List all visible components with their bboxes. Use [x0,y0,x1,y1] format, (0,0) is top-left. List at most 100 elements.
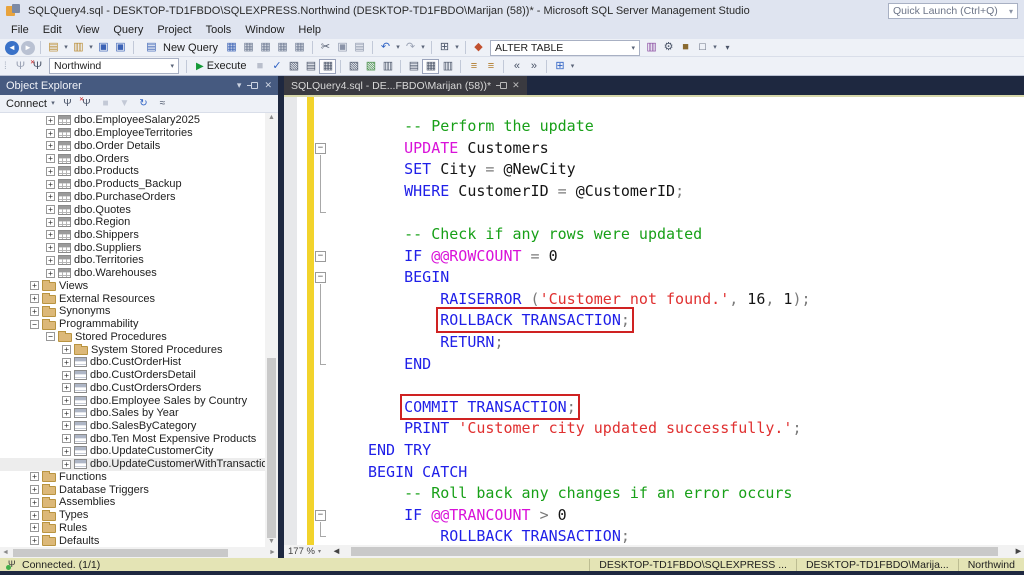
toolbar2-overflow-icon[interactable]: ▾ [568,59,576,74]
expander-icon[interactable]: + [30,523,39,532]
tree-item[interactable]: +dbo.CustOrdersOrders [0,381,278,394]
expander-icon[interactable]: + [46,141,55,150]
paste-icon[interactable]: ▤ [351,40,368,55]
live-query-stats-icon[interactable]: ▧ [362,59,379,74]
tree-item[interactable]: +Types [0,509,278,522]
object-explorer-header[interactable]: Object Explorer ▾ ✕ [0,76,278,95]
parse-icon[interactable]: ✓ [268,59,285,74]
properties-dropdown-icon[interactable]: ▾ [711,40,719,55]
connect-menu-button[interactable]: Connect [6,98,47,110]
tree-item[interactable]: +dbo.Order Details [0,139,278,152]
redo-dropdown-icon[interactable]: ▾ [419,40,427,55]
fold-marker-icon[interactable]: − [315,251,326,262]
undo-icon[interactable]: ↶ [377,40,394,55]
menu-view[interactable]: View [69,22,107,39]
toolbox-icon[interactable]: ■ [677,40,694,55]
connect-object-explorer-icon[interactable]: Ψ [59,96,76,111]
fold-marker-icon[interactable]: − [315,272,326,283]
wrench-icon[interactable]: ⚙ [660,40,677,55]
sql-text-combo[interactable]: ALTER TABLE ▾ [490,40,640,56]
undo-dropdown-icon[interactable]: ▾ [394,40,402,55]
tree-item[interactable]: +System Stored Procedures [0,343,278,356]
new-query-button[interactable]: ▤ New Query [138,40,223,55]
tab-sqlquery4[interactable]: SQLQuery4.sql - DE...FBDO\Marijan (58))*… [284,76,527,95]
tree-item[interactable]: +dbo.Employee Sales by Country [0,394,278,407]
properties-window-icon[interactable]: □ [694,40,711,55]
tree-item[interactable]: +dbo.Products [0,165,278,178]
tree-item[interactable]: +dbo.UpdateCustomerWithTransaction [0,458,278,471]
actual-plan-icon[interactable]: ▧ [345,59,362,74]
new-project-dropdown-icon[interactable]: ▾ [62,40,70,55]
script-options-dropdown-icon[interactable]: ▾ [453,40,461,55]
expander-icon[interactable]: + [46,243,55,252]
connect-icon[interactable]: Ψ [12,59,29,74]
tree-item[interactable]: +dbo.CustOrderHist [0,356,278,369]
copy-icon[interactable]: ▣ [334,40,351,55]
tree-item[interactable]: +dbo.Territories [0,254,278,267]
new-project-icon[interactable]: ▤ [45,40,62,55]
tree-item[interactable]: −Programmability [0,318,278,331]
menu-edit[interactable]: Edit [36,22,69,39]
tree-item[interactable]: +dbo.UpdateCustomerCity [0,445,278,458]
close-icon[interactable]: ✕ [264,80,272,91]
expander-icon[interactable]: + [30,498,39,507]
results-to-grid-icon[interactable]: ▦ [422,59,439,74]
tree-item[interactable]: +External Resources [0,292,278,305]
increase-indent-icon[interactable]: » [525,59,542,74]
debug-icon[interactable]: ◆ [470,40,487,55]
chevron-down-icon[interactable]: ▾ [1009,7,1013,16]
analysis-mdx-query-icon[interactable]: ▦ [240,40,257,55]
disconnect-icon[interactable]: Ψ [78,96,95,111]
expander-icon[interactable]: + [46,205,55,214]
comment-out-icon[interactable]: ≡ [465,59,482,74]
menu-tools[interactable]: Tools [199,22,239,39]
tree-item[interactable]: +Views [0,280,278,293]
database-combo[interactable]: Northwind ▾ [49,58,179,74]
expander-icon[interactable]: + [46,230,55,239]
tree-item[interactable]: +Database Triggers [0,483,278,496]
scroll-left-icon[interactable]: ◄ [331,546,342,557]
expander-icon[interactable]: + [46,180,55,189]
expander-icon[interactable]: + [62,396,71,405]
sqlcmd-mode-icon[interactable]: ▦ [291,40,308,55]
script-options-icon[interactable]: ⊞ [436,40,453,55]
tree-item[interactable]: +dbo.CustOrdersDetail [0,369,278,382]
expander-icon[interactable]: + [46,167,55,176]
tree-item[interactable]: +dbo.Region [0,216,278,229]
pin-icon[interactable] [496,81,507,90]
tree-item[interactable]: +dbo.EmployeeSalary2025 [0,114,278,127]
open-file-dropdown-icon[interactable]: ▾ [87,40,95,55]
expander-icon[interactable]: + [46,269,55,278]
code-editor[interactable]: −−−− -- Perform the update UPDATE Custom… [284,95,1024,545]
tree-item[interactable]: +dbo.Shippers [0,229,278,242]
redo-icon[interactable]: ↷ [402,40,419,55]
tree-item[interactable]: +Rules [0,522,278,535]
expander-icon[interactable]: − [46,332,55,341]
tree-item[interactable]: +Assemblies [0,496,278,509]
expander-icon[interactable]: + [46,256,55,265]
menu-window[interactable]: Window [238,22,291,39]
expander-icon[interactable]: + [30,294,39,303]
expander-icon[interactable]: + [30,536,39,545]
expander-icon[interactable]: + [62,434,71,443]
tree-item[interactable]: +dbo.Orders [0,152,278,165]
intellisense-enabled-icon[interactable]: ▦ [319,59,336,74]
fold-marker-icon[interactable]: − [315,143,326,154]
scroll-thumb[interactable] [13,549,228,557]
tree-item[interactable]: +dbo.Sales by Year [0,407,278,420]
results-to-file-icon[interactable]: ▥ [439,59,456,74]
zoom-control[interactable]: 177 % ▾ [288,546,328,557]
menu-file[interactable]: File [4,22,36,39]
scroll-down-icon[interactable]: ▼ [265,537,278,547]
database-engine-query-icon[interactable]: ▦ [223,40,240,55]
menu-help[interactable]: Help [291,22,328,39]
client-stats-icon[interactable]: ▥ [379,59,396,74]
expander-icon[interactable]: + [46,129,55,138]
specify-values-icon[interactable]: ⊞ [551,59,568,74]
uncomment-icon[interactable]: ≡ [482,59,499,74]
save-all-icon[interactable]: ▣ [112,40,129,55]
results-to-text-icon[interactable]: ▤ [405,59,422,74]
chevron-down-icon[interactable]: ▾ [170,62,174,70]
fold-marker-icon[interactable]: − [315,510,326,521]
window-position-icon[interactable]: ▾ [237,80,242,91]
